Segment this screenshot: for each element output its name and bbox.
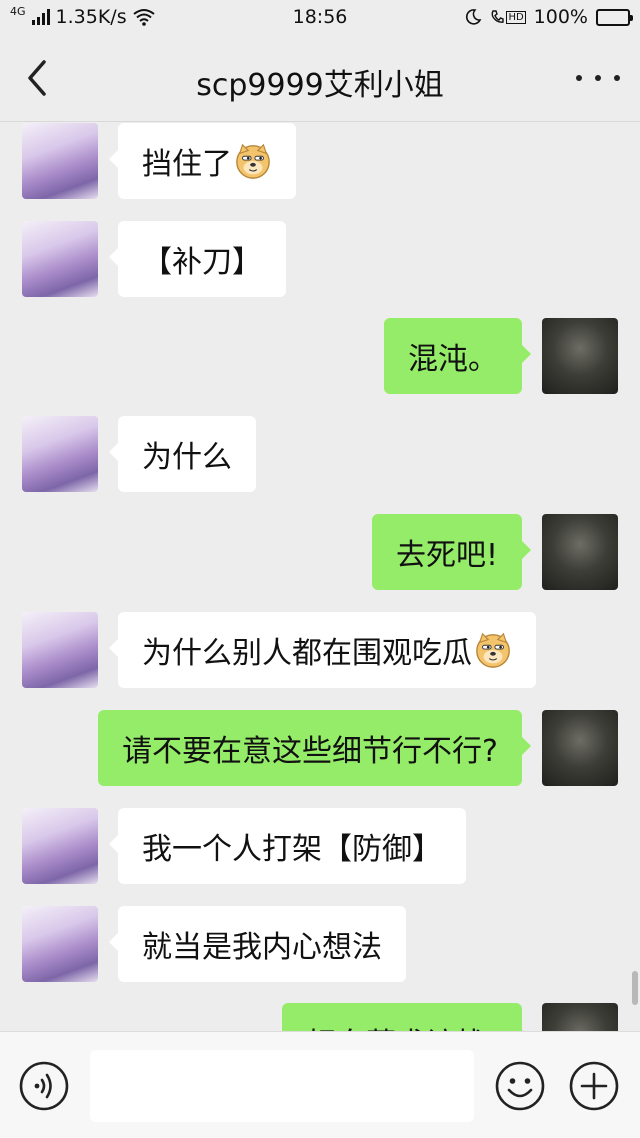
message-text: 就当是我内心想法 xyxy=(142,930,382,965)
more-functions-button[interactable] xyxy=(568,1060,620,1112)
contact-avatar[interactable] xyxy=(22,221,98,297)
more-dot-icon xyxy=(595,75,601,81)
contact-avatar[interactable] xyxy=(22,808,98,884)
smiley-icon xyxy=(495,1061,545,1111)
message-text: 请不要在意这些细节行不行? xyxy=(122,734,498,769)
message-bubble[interactable]: 为什么 xyxy=(109,416,256,492)
contact-avatar[interactable] xyxy=(22,416,98,492)
message-text: 混沌。 xyxy=(408,342,498,377)
message-bubble[interactable]: 【补刀】 xyxy=(109,221,286,297)
message-bubble[interactable]: 我一个人打架【防御】 xyxy=(109,808,466,884)
chat-title: scp9999艾利小姐 xyxy=(196,68,444,103)
message-text: 挡住了 xyxy=(142,147,232,182)
chat-header: scp9999艾利小姐 xyxy=(0,34,640,122)
hd-call-icon: HD xyxy=(490,9,526,25)
doge-emoji-icon xyxy=(476,632,510,668)
message-bubble[interactable]: 去死吧! xyxy=(371,514,532,590)
voice-button[interactable] xyxy=(18,1060,70,1112)
message-text: 我一个人打架【防御】 xyxy=(142,832,442,867)
message-bubble[interactable]: 挡住了 xyxy=(109,123,296,199)
hd-label: HD xyxy=(506,10,526,24)
scrollbar-thumb[interactable] xyxy=(632,971,638,1005)
contact-avatar[interactable] xyxy=(22,612,98,688)
more-dot-icon xyxy=(576,75,582,81)
message-bubble[interactable]: 就当是我内心想法 xyxy=(109,906,406,982)
message-text: 去死吧! xyxy=(395,538,498,573)
status-bar: 4G 1.35K/s 18:56 HD 100% xyxy=(0,0,640,34)
more-button[interactable] xyxy=(576,64,620,92)
contact-avatar[interactable] xyxy=(22,123,98,199)
message-bubble[interactable]: 混沌。 xyxy=(384,318,531,394)
user-avatar[interactable] xyxy=(542,514,618,590)
contact-avatar[interactable] xyxy=(22,906,98,982)
doge-emoji-icon xyxy=(236,143,270,179)
emoji-button[interactable] xyxy=(494,1060,546,1112)
message-text: 【补刀】 xyxy=(142,245,262,280)
battery-icon xyxy=(596,8,633,26)
status-right: HD 100% xyxy=(464,6,633,28)
user-avatar[interactable] xyxy=(542,1003,618,1031)
user-avatar[interactable] xyxy=(542,710,618,786)
message-input[interactable] xyxy=(90,1050,474,1122)
message-text: 相向莫求访栈! xyxy=(306,1019,498,1031)
message-list[interactable]: 挡住了 【补刀】 混沌。 为什么 去死吧! 为什么别人都在围观吃瓜 请不要在意这… xyxy=(0,123,640,1031)
message-text: 为什么 xyxy=(142,440,232,475)
message-bubble[interactable]: 相向莫求访栈! xyxy=(281,1003,532,1031)
message-bubble[interactable]: 为什么别人都在围观吃瓜 xyxy=(109,612,536,688)
plus-icon xyxy=(569,1061,619,1111)
message-bubble[interactable]: 请不要在意这些细节行不行? xyxy=(98,710,531,786)
moon-icon xyxy=(466,9,482,25)
more-dot-icon xyxy=(614,75,620,81)
message-text: 为什么别人都在围观吃瓜 xyxy=(142,636,472,671)
battery-percent: 100% xyxy=(533,6,588,28)
input-bar xyxy=(0,1031,640,1138)
user-avatar[interactable] xyxy=(542,318,618,394)
voice-icon xyxy=(19,1061,69,1111)
